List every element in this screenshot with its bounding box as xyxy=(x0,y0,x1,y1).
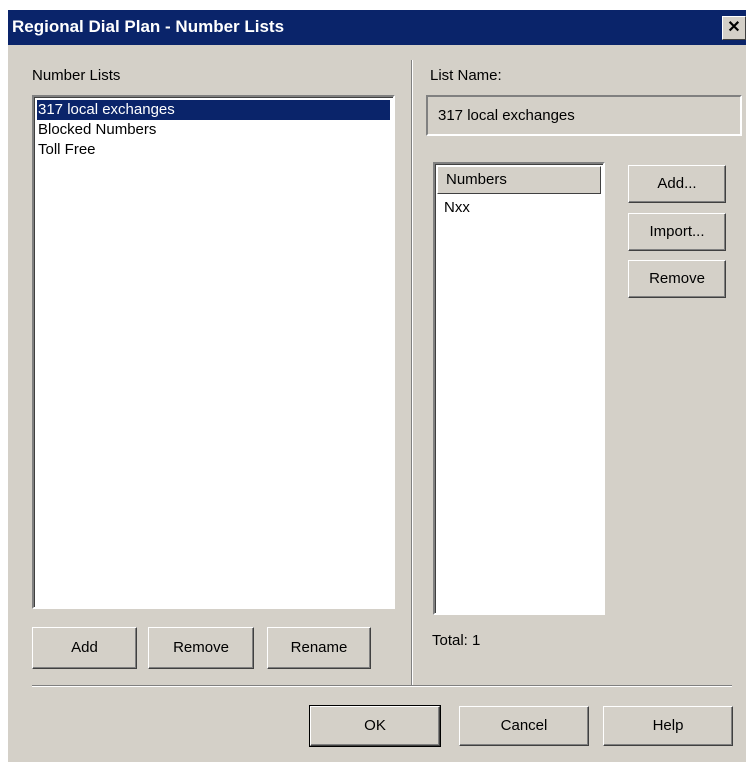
remove-list-button-label: Remove xyxy=(173,639,229,656)
remove-list-button[interactable]: Remove xyxy=(148,627,254,669)
horizontal-separator xyxy=(32,685,732,686)
numbers-column-header[interactable]: Numbers xyxy=(437,166,601,194)
close-button[interactable]: ✕ xyxy=(722,16,746,40)
numbers-column-header-label: Numbers xyxy=(446,171,507,188)
list-item[interactable]: 317 local exchanges xyxy=(37,100,390,120)
close-icon: ✕ xyxy=(727,19,741,36)
help-button[interactable]: Help xyxy=(603,706,733,746)
list-name-value: 317 local exchanges xyxy=(438,107,575,124)
number-lists-listbox[interactable]: 317 local exchanges Blocked Numbers Toll… xyxy=(32,95,395,609)
add-list-button-label: Add xyxy=(71,639,98,656)
ok-button-label: OK xyxy=(364,717,386,734)
number-lists-label: Number Lists xyxy=(32,67,121,84)
remove-number-button-label: Remove xyxy=(649,270,705,287)
add-list-button[interactable]: Add xyxy=(32,627,137,669)
total-count: Total: 1 xyxy=(432,632,481,649)
list-item[interactable]: Toll Free xyxy=(37,140,390,160)
rename-list-button-label: Rename xyxy=(290,639,348,656)
ok-button[interactable]: OK xyxy=(309,705,441,747)
help-button-label: Help xyxy=(652,717,684,734)
add-number-button[interactable]: Add... xyxy=(628,165,726,203)
list-name-label: List Name: xyxy=(430,67,502,84)
import-numbers-button[interactable]: Import... xyxy=(628,213,726,251)
list-item[interactable]: Blocked Numbers xyxy=(37,120,390,140)
add-number-button-label: Add... xyxy=(657,175,697,192)
cancel-button[interactable]: Cancel xyxy=(459,706,589,746)
list-name-field: 317 local exchanges xyxy=(426,95,742,136)
title-bar[interactable]: Regional Dial Plan - Number Lists ✕ xyxy=(8,10,746,45)
numbers-listbox[interactable]: Numbers Nxx xyxy=(433,162,605,615)
import-numbers-button-label: Import... xyxy=(649,223,705,240)
window-title: Regional Dial Plan - Number Lists xyxy=(12,17,285,36)
number-item[interactable]: Nxx xyxy=(443,198,600,218)
cancel-button-label: Cancel xyxy=(500,717,548,734)
rename-list-button[interactable]: Rename xyxy=(267,627,371,669)
vertical-separator xyxy=(411,60,412,685)
number-lists-dialog: Regional Dial Plan - Number Lists ✕ Numb… xyxy=(8,10,746,762)
remove-number-button[interactable]: Remove xyxy=(628,260,726,298)
